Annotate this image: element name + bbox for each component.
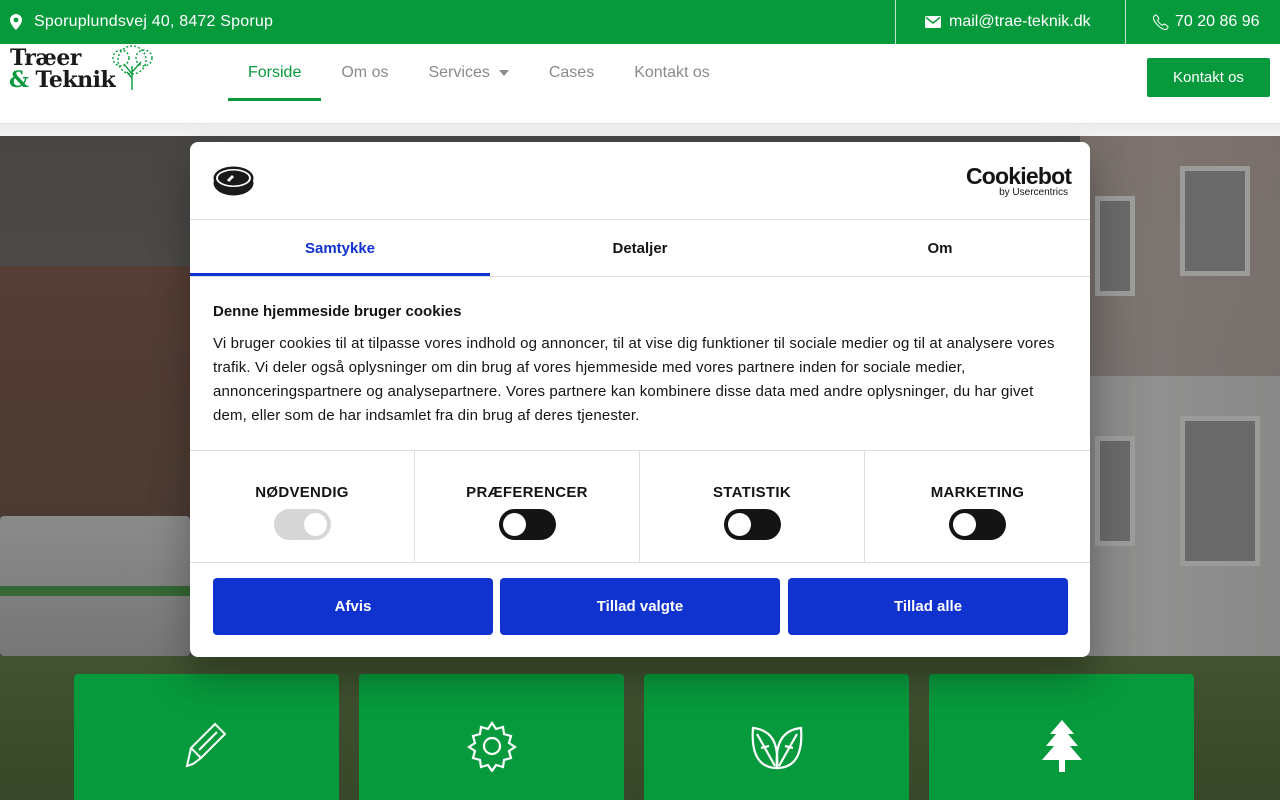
address: Sporuplundsvej 40, 8472 Sporup: [10, 0, 273, 44]
category-necessary: NØDVENDIG: [190, 451, 415, 562]
saw-icon: [185, 722, 226, 768]
dialog-text: Vi bruger cookies til at tilpasse vores …: [213, 335, 1055, 424]
envelope-icon: [925, 16, 941, 28]
gear-icon: [466, 721, 517, 772]
allow-all-button[interactable]: Tillad alle: [788, 578, 1068, 635]
allow-selected-button[interactable]: Tillad valgte: [500, 578, 780, 635]
nav-item-forside[interactable]: Forside: [228, 44, 322, 101]
tree-icon: [1041, 720, 1082, 772]
tab-samtykke[interactable]: Samtykke: [190, 220, 490, 276]
category-label: NØDVENDIG: [255, 484, 349, 501]
service-card-saw[interactable]: [74, 674, 339, 800]
header-shadow: [0, 124, 1280, 136]
marketing-toggle[interactable]: [949, 509, 1006, 540]
divider: [1125, 0, 1126, 44]
tab-om[interactable]: Om: [790, 220, 1090, 276]
cookiebot-brand: Cookiebot: [966, 163, 1072, 189]
category-label: MARKETING: [930, 484, 1025, 501]
necessary-toggle: [274, 509, 331, 540]
statistics-toggle[interactable]: [724, 509, 781, 540]
site-logo[interactable]: Træer & Teknik: [9, 44, 159, 96]
nav-item-om-os[interactable]: Om os: [321, 44, 408, 101]
service-card-leaves[interactable]: [644, 674, 909, 800]
nav-item-cases[interactable]: Cases: [529, 44, 614, 101]
email-text: mail@trae-teknik.dk: [949, 13, 1091, 30]
category-label: STATISTIK: [713, 484, 791, 501]
email-link[interactable]: mail@trae-teknik.dk: [925, 0, 1091, 44]
phone-link[interactable]: 70 20 86 96: [1153, 0, 1260, 44]
category-label: PRÆFERENCER: [466, 484, 588, 501]
phone-icon: [1153, 14, 1169, 30]
dialog-heading: Denne hjemmeside bruger cookies: [213, 303, 462, 320]
service-card-tree[interactable]: [929, 674, 1194, 800]
category-statistics: STATISTIK: [640, 451, 865, 562]
cookiebot-logo[interactable]: Cookiebot by Usercentrics: [966, 163, 1072, 198]
category-preferences: PRÆFERENCER: [415, 451, 640, 562]
nav-item-kontakt[interactable]: Kontakt os: [614, 44, 730, 101]
address-text: Sporuplundsvej 40, 8472 Sporup: [34, 13, 274, 30]
reject-button[interactable]: Afvis: [213, 578, 493, 635]
divider: [895, 0, 896, 44]
chevron-down-icon: [498, 69, 509, 76]
leaves-icon: [751, 726, 802, 770]
tab-detaljer[interactable]: Detaljer: [490, 220, 790, 276]
phone-text: 70 20 86 96: [1175, 13, 1260, 30]
tree-logo-icon: [112, 45, 153, 90]
contact-button[interactable]: Kontakt os: [1147, 58, 1270, 97]
top-contact-bar: Sporuplundsvej 40, 8472 Sporup mail@trae…: [0, 0, 1280, 44]
nav-item-services[interactable]: Services: [408, 44, 528, 101]
category-marketing: MARKETING: [865, 451, 1090, 562]
preferences-toggle[interactable]: [499, 509, 556, 540]
cookie-categories: NØDVENDIG PRÆFERENCER STATISTIK MARKETIN…: [190, 451, 1090, 562]
main-nav: Forside Om os Services Cases Kontakt os: [228, 44, 730, 101]
location-pin-icon: [10, 14, 22, 30]
cookie-consent-dialog: Cookiebot by Usercentrics Samtykke Detal…: [190, 142, 1090, 657]
logo-line2: & Teknik: [9, 67, 116, 93]
site-favicon-icon: [213, 166, 254, 201]
cookie-tabs: Samtykke Detaljer Om: [190, 220, 1090, 276]
site-header: Træer & Teknik Forside Om os Services Ca…: [0, 44, 1280, 124]
service-card-gear[interactable]: [359, 674, 624, 800]
